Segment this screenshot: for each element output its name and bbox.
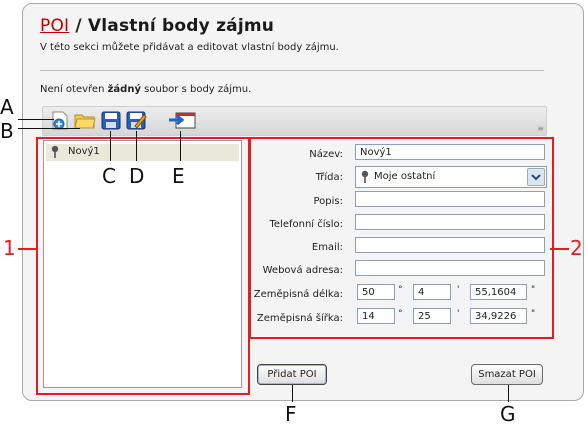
add-poi-button[interactable]: Přidat POI <box>257 364 327 385</box>
divider <box>40 70 544 71</box>
title-text: Vlastní body zájmu <box>87 16 275 36</box>
annotation-label-g: G <box>500 402 516 426</box>
annotation-line-a <box>18 119 54 120</box>
annotation-line-2 <box>550 248 569 250</box>
delete-poi-button[interactable]: Smazat POI <box>471 364 543 385</box>
annotation-label-a: A <box>0 95 14 119</box>
annotation-line-c <box>110 131 111 161</box>
annotation-label-f: F <box>285 402 297 426</box>
annotation-label-b: B <box>0 119 14 143</box>
annotation-line-e <box>180 131 181 161</box>
save-as-button[interactable] <box>125 110 147 131</box>
file-status: Není otevřen žádný soubor s body zájmu. <box>40 84 251 95</box>
annotation-label-e: E <box>172 164 185 188</box>
annotation-number-2: 2 <box>570 236 583 260</box>
poi-toolbar: ≡ <box>42 106 547 136</box>
title-separator: / <box>69 16 88 36</box>
annotation-line-g <box>508 385 509 402</box>
annotation-box-2 <box>249 137 554 339</box>
annotation-label-c: C <box>102 164 116 188</box>
annotation-line-f <box>292 385 293 402</box>
status-prefix: Není otevřen <box>40 84 108 95</box>
annotation-label-d: D <box>129 164 145 188</box>
page-title: POI / Vlastní body zájmu <box>40 16 274 36</box>
toolbar-grip-icon[interactable]: ≡ <box>537 124 544 133</box>
status-suffix: soubor s body zájmu. <box>140 84 252 95</box>
status-bold: žádný <box>107 84 141 95</box>
annotation-line-d <box>136 131 137 161</box>
poi-breadcrumb-link[interactable]: POI <box>40 16 69 36</box>
export-button[interactable] <box>167 110 197 131</box>
save-as-icon <box>126 111 147 130</box>
annotation-line-b <box>18 128 80 129</box>
page-subtitle: V této sekci můžete přidávat a editovat … <box>40 42 339 53</box>
save-button[interactable] <box>100 110 122 131</box>
save-icon <box>101 111 121 130</box>
export-icon <box>169 112 196 129</box>
annotation-number-1: 1 <box>3 236 16 260</box>
annotation-line-1 <box>18 248 37 250</box>
